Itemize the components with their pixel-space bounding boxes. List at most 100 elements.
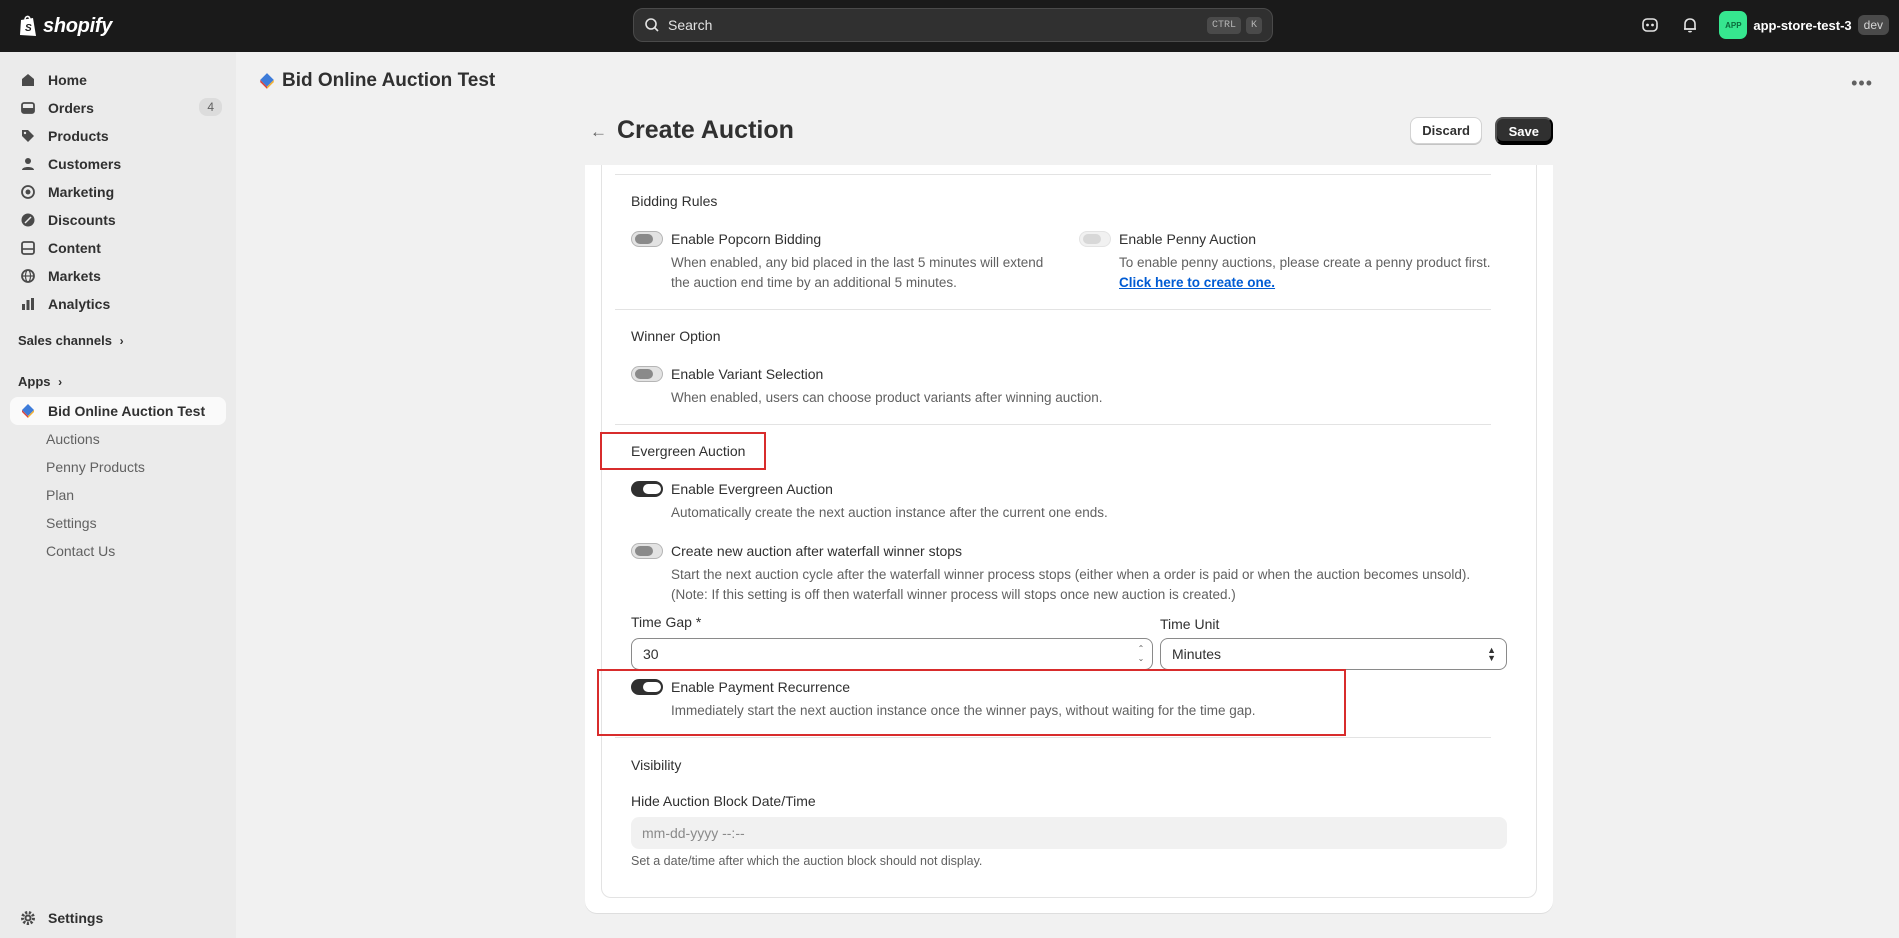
payment-recurrence-toggle[interactable] [631,679,663,695]
more-actions-icon[interactable]: ••• [1851,73,1873,94]
sidebar-item-label: Marketing [48,184,115,200]
waterfall-winner-help-1: Start the next auction cycle after the w… [671,567,1471,582]
orders-icon [21,102,35,114]
store-avatar: APP [1719,11,1748,39]
bell-icon[interactable] [1679,14,1701,36]
sidebar-item-orders[interactable]: Orders 4 [10,94,226,122]
sidebar-item-products[interactable]: Products [10,122,226,150]
chevron-right-icon: › [58,375,63,389]
chevron-right-icon: › [119,334,124,348]
evergreen-auction-label: Enable Evergreen Auction [671,481,833,497]
sidebar-item-label: Content [48,240,101,256]
app-icon [260,73,274,89]
app-title: Bid Online Auction Test [282,70,496,91]
sidebar-item-bid-online-auction[interactable]: Bid Online Auction Test [10,397,226,425]
divider [615,424,1491,425]
chart-icon [22,298,34,310]
popcorn-bidding-help-2: the auction end time by an additional 5 … [671,275,957,290]
shopify-bag-icon: S [20,15,36,36]
search-bar[interactable]: Search CTRL K [633,8,1273,42]
penny-auction-toggle[interactable] [1079,231,1111,247]
popcorn-bidding-label: Enable Popcorn Bidding [671,231,822,247]
sidebar-subitem-penny-products[interactable]: Penny Products [46,459,145,475]
orders-count-badge: 4 [199,98,222,116]
target-icon [21,185,35,199]
time-gap-value: 30 [643,646,659,662]
payment-recurrence-label: Enable Payment Recurrence [671,679,850,695]
top-bar: S shopify Search CTRL K APP app-store-te… [0,0,1899,52]
discard-button[interactable]: Discard [1410,117,1482,144]
penny-auction-label: Enable Penny Auction [1119,231,1256,247]
logo-text: shopify [43,14,113,37]
sales-channels-heading[interactable]: Sales channels › [18,333,124,348]
popcorn-bidding-toggle[interactable] [631,231,663,247]
hide-block-date-input[interactable]: mm-dd-yyyy --:-- [631,817,1507,849]
sidebar-item-label: Markets [48,268,101,284]
sidebar-item-label: Customers [48,156,122,172]
penny-auction-help: To enable penny auctions, please create … [1119,255,1491,270]
popcorn-bidding-help-1: When enabled, any bid placed in the last… [671,255,1044,270]
sidebar-item-label: Orders [48,100,94,116]
globe-icon [21,269,35,283]
number-stepper-icon[interactable]: ⌃ ⌄ [1134,642,1148,666]
store-name: app-store-test-3 [1753,17,1852,33]
sidebar-item-content[interactable]: Content [10,234,226,262]
sidebar-item-markets[interactable]: Markets [10,262,226,290]
variant-selection-toggle[interactable] [631,366,663,382]
sidebar-item-label: Bid Online Auction Test [48,403,206,419]
sidebar-item-settings[interactable]: Settings [10,904,226,932]
time-unit-label: Time Unit [1160,616,1220,632]
evergreen-auction-toggle[interactable] [631,481,663,497]
divider [615,309,1491,310]
select-arrows-icon: ▲ ▼ [1487,645,1496,663]
person-icon [22,158,34,170]
page-title-row: ← Create Auction Discard Save [585,114,1553,152]
sidekick-icon[interactable] [1639,14,1661,36]
create-penny-product-link[interactable]: Click here to create one. [1119,275,1275,290]
date-placeholder: mm-dd-yyyy --:-- [642,825,745,841]
back-arrow-icon[interactable]: ← [590,122,607,142]
sales-channels-label: Sales channels [18,333,112,348]
sidebar-subitem-plan[interactable]: Plan [46,487,74,503]
dev-badge: dev [1857,15,1889,35]
waterfall-winner-toggle[interactable] [631,543,663,559]
apps-heading[interactable]: Apps › [18,374,62,389]
time-gap-input[interactable]: 30 ⌃ ⌄ [631,638,1153,670]
sidebar-item-label: Settings [48,910,104,926]
evergreen-auction-heading: Evergreen Auction [631,443,746,459]
sidebar-subitem-settings[interactable]: Settings [46,515,97,531]
sidebar-item-label: Home [48,72,87,88]
variant-selection-label: Enable Variant Selection [671,366,824,382]
sidebar-item-home[interactable]: Home [10,66,226,94]
evergreen-auction-help: Automatically create the next auction in… [671,505,1108,520]
visibility-heading: Visibility [631,757,682,773]
sidebar: Home Orders 4 Products Customers Marketi… [0,52,236,938]
sidebar-item-label: Analytics [48,296,111,312]
sidebar-item-customers[interactable]: Customers [10,150,226,178]
page-title: Create Auction [617,116,794,144]
payment-recurrence-help: Immediately start the next auction insta… [671,703,1256,718]
waterfall-winner-label: Create new auction after waterfall winne… [671,543,963,559]
shopify-logo[interactable]: S shopify [18,14,112,38]
hide-block-date-label: Hide Auction Block Date/Time [631,793,816,809]
app-header: Bid Online Auction Test [258,70,495,92]
hide-block-date-help: Set a date/time after which the auction … [631,854,983,868]
apps-label: Apps [18,374,51,389]
sidebar-item-discounts[interactable]: Discounts [10,206,226,234]
store-menu[interactable]: APP app-store-test-3 dev [1719,11,1889,39]
app-icon [22,404,34,418]
sidebar-subitem-contact-us[interactable]: Contact Us [46,543,115,559]
divider [615,737,1491,738]
waterfall-winner-help-2: (Note: If this setting is off then water… [671,587,1236,602]
save-button[interactable]: Save [1494,117,1553,145]
auction-form-card: Bidding Rules Enable Popcorn Bidding Whe… [585,165,1553,913]
sidebar-item-marketing[interactable]: Marketing [10,178,226,206]
divider [615,174,1491,175]
home-icon [22,74,34,86]
sidebar-item-analytics[interactable]: Analytics [10,290,226,318]
shortcut-k: K [1245,16,1262,34]
tag-icon [22,130,34,142]
sidebar-subitem-auctions[interactable]: Auctions [46,431,100,447]
time-unit-select[interactable]: Minutes ▲ ▼ [1160,638,1507,670]
variant-selection-help: When enabled, users can choose product v… [671,390,1103,405]
